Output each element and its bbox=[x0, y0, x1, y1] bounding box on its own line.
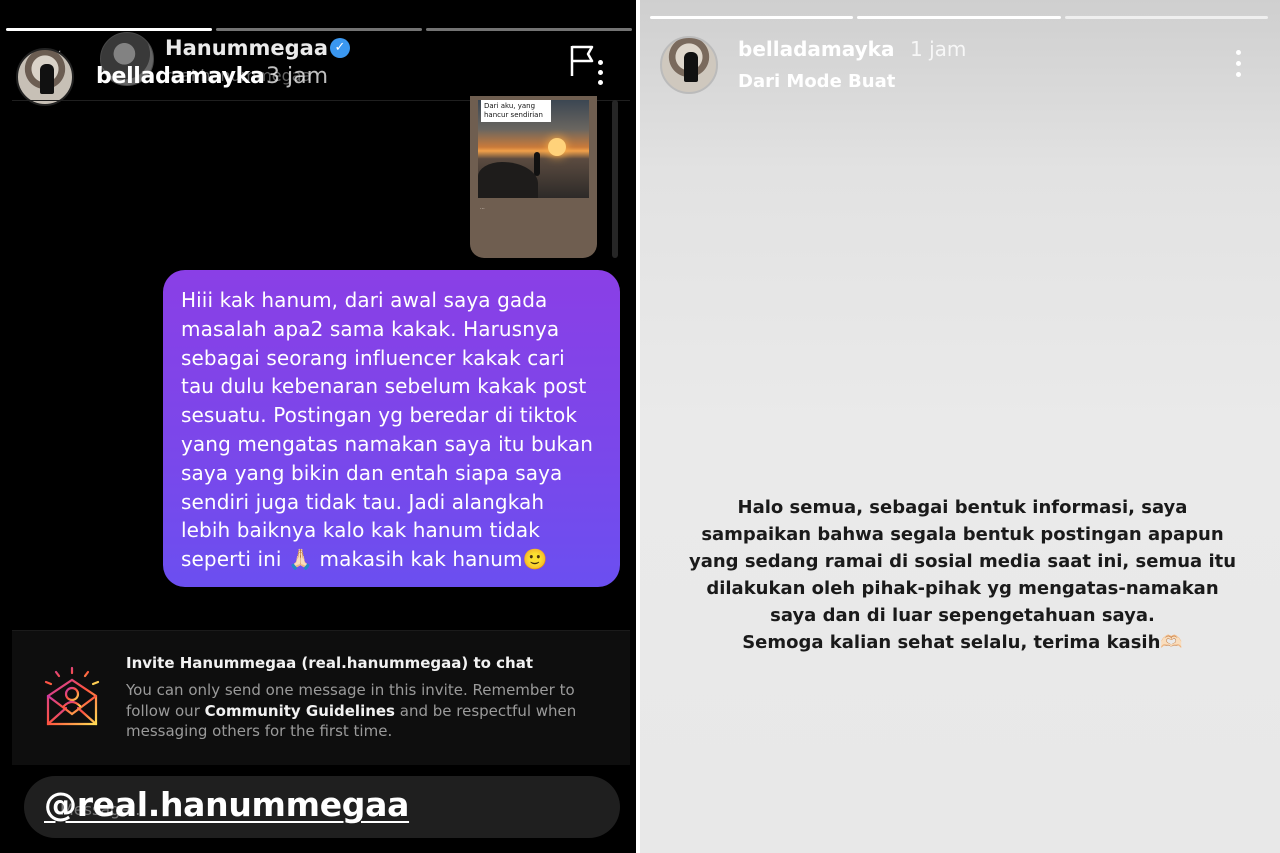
progress-segment bbox=[216, 28, 422, 31]
message-line: Hiii kak hanum, dari awal saya gada bbox=[181, 288, 548, 312]
story-subtitle: Dari Mode Buat bbox=[738, 71, 896, 92]
dm-contact-name: Hanummegaa bbox=[165, 36, 329, 60]
story-avatar[interactable] bbox=[660, 36, 718, 94]
verified-badge-icon: ✓ bbox=[330, 38, 350, 58]
community-guidelines-link[interactable]: Community Guidelines bbox=[205, 702, 395, 720]
story-progress-bar bbox=[650, 16, 1268, 19]
message-line: sendiri juga tidak tau. Jadi alangkah bbox=[181, 489, 545, 514]
scrollbar[interactable] bbox=[612, 100, 618, 258]
progress-segment bbox=[857, 16, 1061, 19]
progress-segment bbox=[650, 16, 854, 19]
invite-envelope-icon bbox=[44, 666, 100, 726]
message-line: yang mengatas namakan saya itu bukan bbox=[181, 431, 593, 456]
more-vertical-icon[interactable] bbox=[1236, 50, 1242, 80]
progress-segment bbox=[1064, 16, 1268, 19]
right-story: belladamayka 1 jam Dari Mode Buat Halo s… bbox=[640, 0, 1280, 853]
left-story: ‹ Hanummegaa ✓ real.hanummegaa belladama… bbox=[0, 0, 636, 853]
invite-body: You can only send one message in this in… bbox=[126, 681, 577, 740]
message-line: masalah apa2 sama kakak. Harusnya bbox=[181, 316, 560, 341]
statement-line: saya dan di luar sepengetahuan saya. bbox=[770, 605, 1155, 626]
post-handle: ··· bbox=[480, 206, 485, 212]
post-caption: Dari aku, yang hancur sendirian bbox=[481, 100, 551, 122]
story-statement: Halo semua, sebagai bentuk informasi, sa… bbox=[680, 494, 1245, 656]
story-timestamp: 3 jam bbox=[266, 64, 329, 89]
story-timestamp: 1 jam bbox=[910, 37, 967, 61]
story-avatar[interactable] bbox=[16, 48, 74, 106]
mention-sticker[interactable]: @real.hanummegaa bbox=[44, 785, 409, 824]
message-line: tau dulu kebenaran sebelum kakak post bbox=[181, 374, 587, 399]
progress-segment bbox=[426, 28, 632, 31]
message-line: seperti ini 🙏🏻 makasih kak hanum🙂 bbox=[181, 547, 548, 572]
more-vertical-icon[interactable] bbox=[598, 60, 604, 90]
statement-line: yang sedang ramai di sosial media saat i… bbox=[688, 551, 1237, 572]
flag-icon bbox=[570, 45, 594, 76]
statement-line: Halo semua, sebagai bentuk informasi, sa… bbox=[737, 497, 1188, 518]
message-line: sesuatu. Postingan yg beredar di tiktok bbox=[181, 403, 578, 428]
story-username[interactable]: belladamayka bbox=[738, 37, 894, 61]
statement-line: sampaikan bahwa segala bentuk postingan … bbox=[701, 524, 1224, 545]
statement-line: dilakukan oleh pihak-pihak yg mengatas-n… bbox=[706, 578, 1219, 599]
story-username[interactable]: belladamayka bbox=[96, 64, 265, 89]
statement-line: Semoga kalian sehat selalu, terima kasih… bbox=[742, 632, 1183, 653]
progress-segment bbox=[6, 28, 212, 31]
story-progress-bar bbox=[6, 28, 632, 31]
message-line: saya yang bikin dan entah siapa saya bbox=[181, 460, 563, 485]
message-bubble: Hiii kak hanum, dari awal saya gada masa… bbox=[163, 270, 620, 587]
shared-post-thumbnail[interactable]: Dari aku, yang hancur sendirian ··· bbox=[470, 96, 597, 258]
invite-title: Invite Hanummegaa (real.hanummegaa) to c… bbox=[126, 654, 534, 672]
message-line: lebih baiknya kalo kak hanum tidak bbox=[181, 518, 540, 543]
message-line: sebagai seorang influencer kakak cari bbox=[181, 345, 565, 370]
